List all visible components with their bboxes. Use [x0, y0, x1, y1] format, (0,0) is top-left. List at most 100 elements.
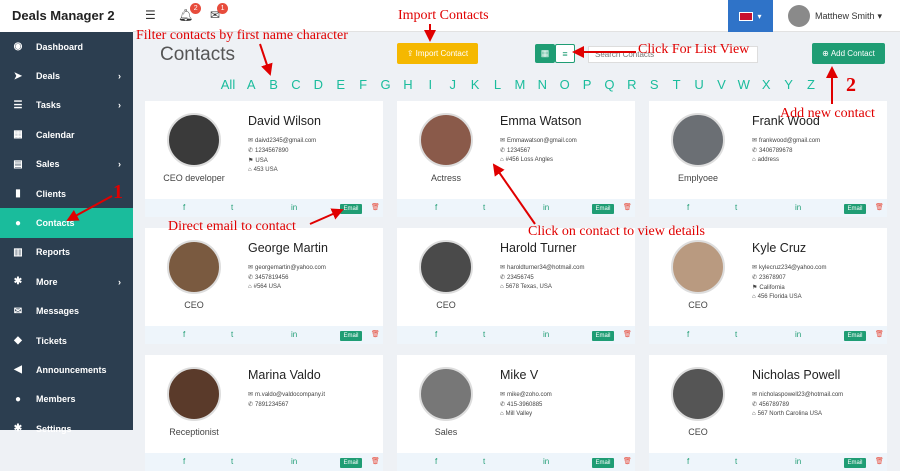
contact-card[interactable]: Actress Emma Watson ✉ Emmawatson@gmail.com ✆…	[397, 101, 635, 217]
linkedin-icon[interactable]: in	[543, 330, 549, 339]
language-selector[interactable]: ▾	[728, 0, 773, 32]
contact-photo[interactable]	[419, 113, 473, 167]
letter-filter-j[interactable]: J	[442, 77, 464, 92]
linkedin-icon[interactable]: in	[795, 203, 801, 212]
letter-filter-v[interactable]: V	[710, 77, 732, 92]
letter-filter-k[interactable]: K	[464, 77, 486, 92]
facebook-icon[interactable]: f	[183, 330, 185, 339]
letter-filter-s[interactable]: S	[643, 77, 665, 92]
menu-icon[interactable]: ☰	[145, 8, 156, 22]
trash-icon[interactable]: 🗑︎	[371, 203, 380, 211]
letter-filter-h[interactable]: H	[397, 77, 419, 92]
letter-filter-a[interactable]: A	[240, 77, 262, 92]
twitter-icon[interactable]: t	[231, 203, 233, 212]
letter-filter-d[interactable]: D	[307, 77, 329, 92]
facebook-icon[interactable]: f	[687, 330, 689, 339]
linkedin-icon[interactable]: in	[291, 203, 297, 212]
email-button[interactable]: Email	[340, 204, 362, 214]
letter-filter-x[interactable]: X	[755, 77, 777, 92]
add-contact-button[interactable]: ⊕ Add Contact	[812, 43, 885, 64]
twitter-icon[interactable]: t	[231, 330, 233, 339]
sidebar-item-calendar[interactable]: ▦ Calendar	[0, 120, 133, 149]
letter-filter-u[interactable]: U	[688, 77, 710, 92]
bell-icon[interactable]: 🔔︎ 2	[178, 3, 202, 22]
contact-name[interactable]: Mike V	[500, 368, 538, 382]
contact-name[interactable]: Emma Watson	[500, 114, 582, 128]
contact-photo[interactable]	[167, 367, 221, 421]
letter-filter-n[interactable]: N	[531, 77, 553, 92]
letter-filter-o[interactable]: O	[553, 77, 575, 92]
contact-photo[interactable]	[671, 240, 725, 294]
letter-filter-y[interactable]: Y	[777, 77, 799, 92]
linkedin-icon[interactable]: in	[291, 457, 297, 466]
contact-photo[interactable]	[419, 240, 473, 294]
twitter-icon[interactable]: t	[735, 203, 737, 212]
contact-name[interactable]: Marina Valdo	[248, 368, 321, 382]
email-button[interactable]: Email	[340, 331, 362, 341]
contact-card[interactable]: CEO Harold Turner ✉ haroldturner34@hotmail.…	[397, 228, 635, 344]
letter-filter-g[interactable]: G	[374, 77, 396, 92]
contact-card[interactable]: Receptionist Marina Valdo ✉ m.valdo@valdoco…	[145, 355, 383, 471]
twitter-icon[interactable]: t	[483, 330, 485, 339]
sidebar-item-dashboard[interactable]: ◉ Dashboard	[0, 32, 133, 61]
trash-icon[interactable]: 🗑︎	[875, 203, 884, 211]
letter-filter-i[interactable]: I	[419, 77, 441, 92]
grid-view-button[interactable]: ▦	[535, 44, 555, 63]
email-button[interactable]: Email	[592, 458, 614, 468]
mail-icon[interactable]: ✉ 1	[210, 3, 229, 22]
sidebar-item-contacts[interactable]: ● Contacts	[0, 208, 133, 238]
letter-filter-z[interactable]: Z	[800, 77, 822, 92]
facebook-icon[interactable]: f	[435, 457, 437, 466]
contact-photo[interactable]	[671, 113, 725, 167]
letter-filter-e[interactable]: E	[330, 77, 352, 92]
sidebar-item-members[interactable]: ● Members	[0, 385, 133, 414]
contact-name[interactable]: Harold Turner	[500, 241, 576, 255]
facebook-icon[interactable]: f	[687, 203, 689, 212]
sidebar-item-tickets[interactable]: ◆ Tickets	[0, 326, 133, 355]
email-button[interactable]: Email	[844, 331, 866, 341]
contact-name[interactable]: Kyle Cruz	[752, 241, 806, 255]
email-button[interactable]: Email	[592, 204, 614, 214]
linkedin-icon[interactable]: in	[291, 330, 297, 339]
linkedin-icon[interactable]: in	[543, 203, 549, 212]
contact-name[interactable]: David Wilson	[248, 114, 321, 128]
letter-filter-all[interactable]: All	[216, 77, 240, 92]
letter-filter-t[interactable]: T	[665, 77, 687, 92]
contact-card[interactable]: CEO Nicholas Powell ✉ nicholaspowell23@hotm…	[649, 355, 887, 471]
trash-icon[interactable]: 🗑︎	[371, 330, 380, 338]
facebook-icon[interactable]: f	[435, 203, 437, 212]
trash-icon[interactable]: 🗑︎	[623, 330, 632, 338]
linkedin-icon[interactable]: in	[543, 457, 549, 466]
contact-card[interactable]: CEO George Martin ✉ georgemartin@yahoo.com ✆…	[145, 228, 383, 344]
contact-name[interactable]: Nicholas Powell	[752, 368, 840, 382]
letter-filter-l[interactable]: L	[486, 77, 508, 92]
contact-card[interactable]: CEO developer David Wilson ✉ daivd2345@gmai…	[145, 101, 383, 217]
letter-filter-c[interactable]: C	[285, 77, 307, 92]
contact-photo[interactable]	[671, 367, 725, 421]
user-menu[interactable]: Matthew Smith ▾	[788, 5, 882, 27]
facebook-icon[interactable]: f	[687, 457, 689, 466]
trash-icon[interactable]: 🗑︎	[875, 330, 884, 338]
facebook-icon[interactable]: f	[183, 203, 185, 212]
sidebar-item-deals[interactable]: ➤ Deals ›	[0, 61, 133, 90]
sidebar-item-settings[interactable]: ✱ Settings	[0, 414, 133, 443]
sidebar-item-sales[interactable]: ▤ Sales ›	[0, 150, 133, 179]
letter-filter-w[interactable]: W	[733, 77, 755, 92]
trash-icon[interactable]: 🗑︎	[623, 203, 632, 211]
twitter-icon[interactable]: t	[483, 457, 485, 466]
letter-filter-m[interactable]: M	[509, 77, 531, 92]
facebook-icon[interactable]: f	[435, 330, 437, 339]
sidebar-item-messages[interactable]: ✉ Messages	[0, 297, 133, 326]
contact-card[interactable]: Sales Mike V ✉ mike@zoho.com ✆ 415-3960885 ⌂ Mi…	[397, 355, 635, 471]
linkedin-icon[interactable]: in	[795, 457, 801, 466]
sidebar-item-tasks[interactable]: ☰ Tasks ›	[0, 91, 133, 120]
linkedin-icon[interactable]: in	[795, 330, 801, 339]
sidebar-item-more[interactable]: ✱ More ›	[0, 267, 133, 296]
contact-photo[interactable]	[419, 367, 473, 421]
letter-filter-f[interactable]: F	[352, 77, 374, 92]
import-contact-button[interactable]: ⇪ Import Contact	[397, 43, 478, 64]
twitter-icon[interactable]: t	[231, 457, 233, 466]
email-button[interactable]: Email	[844, 458, 866, 468]
twitter-icon[interactable]: t	[735, 457, 737, 466]
sidebar-item-reports[interactable]: ▥ Reports	[0, 238, 133, 267]
